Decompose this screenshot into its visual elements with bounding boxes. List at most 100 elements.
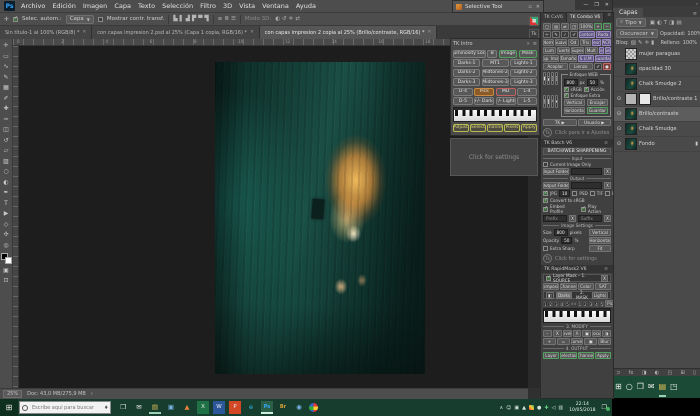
usuario-menu-button[interactable]: Usuario ▶ — [578, 119, 612, 126]
darks-3-button[interactable]: Darks-3 — [453, 78, 480, 86]
layer-row[interactable]: ⊙ Chalk Smudge 2 ▮ — [613, 77, 700, 92]
panel-menu-icon[interactable]: ≡ — [604, 141, 610, 146]
clear-prefix-button[interactable]: X — [569, 215, 576, 222]
clone-stamp-tool[interactable]: ◫ — [1, 125, 12, 134]
modify-button[interactable]: Focus — [592, 330, 601, 337]
action-center-icon[interactable]: ❒ — [602, 404, 610, 411]
invertir-button[interactable]: Invertir — [599, 47, 605, 54]
layer-name[interactable]: opacidad 30 — [639, 66, 698, 72]
bridge-app-icon[interactable]: Br — [277, 401, 289, 414]
input-folder-field[interactable] — [571, 168, 602, 175]
tif-checkbox[interactable] — [590, 191, 595, 196]
collapse-icon[interactable]: « — [696, 1, 698, 6]
add-mask-icon[interactable]: ◨ — [642, 370, 647, 376]
settings-app-icon[interactable]: ◉ — [293, 401, 305, 414]
tk-batch-header[interactable]: TK Batch V6≡ — [541, 139, 613, 147]
modify-button[interactable]: Curves — [571, 338, 584, 345]
filter-shape-icon[interactable]: ◨ — [669, 20, 674, 26]
filter-adjustment-icon[interactable]: ◐ — [657, 20, 662, 26]
taskbar-clock[interactable]: 22:14 10/05/2018 — [566, 402, 598, 412]
settings-hint-box[interactable]: Click for settings — [450, 138, 538, 176]
zoom-tool[interactable]: ◎ — [1, 241, 12, 250]
pattern-icon[interactable]: ▧ — [555, 72, 558, 85]
start-button[interactable]: ⊞ — [0, 399, 18, 416]
layer-thumbnail[interactable] — [625, 48, 637, 60]
filter-smart-icon[interactable]: ▤ — [676, 20, 681, 26]
modify-button[interactable]: Levels — [563, 330, 572, 337]
vertical-button[interactable]: Vertical — [564, 99, 585, 106]
modify-button[interactable]: ◑ — [602, 330, 611, 337]
brush-icon[interactable]: ✑ — [543, 31, 551, 38]
slide-3d-icon[interactable]: ⇄ — [295, 16, 300, 22]
menu-item[interactable]: Ventana — [262, 2, 289, 10]
jpg-checkbox[interactable] — [543, 191, 548, 196]
blend-mode-button[interactable]: Mult — [585, 47, 598, 54]
layer-name[interactable]: Brillo/contraste 1 — [653, 96, 698, 102]
horizontal-sharpen-button[interactable]: Horizontal — [589, 237, 611, 244]
mail-app-icon[interactable]: ✉ — [648, 377, 655, 397]
mask-icon[interactable]: ◪ — [547, 72, 550, 85]
blend-mode-button[interactable]: Lum — [543, 47, 556, 54]
md-button[interactable]: MD — [496, 88, 516, 96]
quick-mask-button[interactable]: ▣ — [1, 266, 12, 275]
pan-3d-icon[interactable]: ✛ — [289, 16, 294, 22]
contorn-button[interactable]: Contorn — [579, 31, 595, 38]
layer-style-icon[interactable]: fx — [629, 370, 634, 376]
fit-screen-icon[interactable]: ◳ — [570, 23, 578, 30]
blend-mode-button[interactable]: Norm — [543, 39, 554, 46]
darks-1-button[interactable]: Darks-1 — [453, 59, 480, 67]
open-image-icon[interactable]: ▢ — [543, 23, 551, 30]
source-button[interactable]: Composite — [543, 283, 559, 290]
lasso-tool[interactable]: ∿ — [1, 62, 12, 71]
modify-button[interactable]: Blur — [598, 338, 611, 345]
status-chevron-icon[interactable]: › — [91, 391, 93, 397]
menu-item[interactable]: Ayuda — [296, 2, 316, 10]
distribute-middle-icon[interactable]: ≣ — [224, 16, 229, 22]
menu-item[interactable]: Capa — [114, 2, 131, 10]
people-tray-icon[interactable]: ☺ — [506, 405, 511, 411]
panel-menu-icon[interactable]: ≡ — [604, 267, 610, 272]
midtones-1-button[interactable]: MT1 — [482, 59, 509, 67]
psd-checkbox[interactable] — [572, 191, 577, 196]
align-center-h-icon[interactable]: ▌ — [180, 16, 184, 22]
eyedropper-icon[interactable]: ✐ — [594, 63, 602, 70]
menu-item[interactable]: 3D — [223, 2, 232, 10]
layer-row[interactable]: ⊙ Chalk Smudge ▮ — [613, 122, 700, 137]
image-size-button[interactable]: Tamaño — [560, 55, 576, 62]
enfoque-extra-checkbox[interactable] — [564, 93, 569, 98]
cortana-button[interactable]: ○ — [626, 377, 633, 397]
visibility-toggle-icon[interactable]: ⊙ — [615, 126, 623, 132]
swatches-panel-icon[interactable]: ▦ — [529, 16, 539, 26]
split-icon[interactable]: ◨ — [547, 95, 550, 108]
intro-action-button[interactable]: Pixels — [504, 124, 520, 132]
zoom-out-button[interactable]: − — [603, 23, 611, 30]
duplicate-image-button[interactable]: Dup. Imag. — [543, 55, 559, 62]
background-color-swatch[interactable] — [5, 257, 12, 264]
close-button[interactable]: ✕ — [536, 4, 540, 10]
ajustes-hint[interactable]: Tk Click para ir a Ajustes — [543, 128, 611, 137]
mixer-brush-icon[interactable]: ✐ — [570, 31, 578, 38]
lights-level-button[interactable]: 3 — [589, 301, 594, 307]
align-bottom-icon[interactable]: ▜ — [205, 16, 209, 22]
lock-pixels-icon[interactable]: ✎ — [638, 40, 643, 46]
lock-position-icon[interactable]: ✛ — [645, 40, 650, 46]
menu-item[interactable]: Imagen — [83, 2, 107, 10]
chrome-app-icon[interactable]: ● — [309, 403, 318, 412]
intro-action-button[interactable]: Apply — [521, 124, 537, 132]
menu-item[interactable]: Filtro — [200, 2, 216, 10]
current-image-checkbox[interactable] — [543, 162, 548, 167]
lights-5-button[interactable]: L-5 — [517, 97, 537, 105]
auto-select-checkbox[interactable] — [13, 17, 18, 22]
play-icon[interactable]: ▶ — [555, 95, 558, 108]
layer-row[interactable]: ⊙ opacidad 30 ▮ — [613, 62, 700, 77]
lights-level-button[interactable]: 4 — [594, 301, 599, 307]
modify-button[interactable]: + — [543, 338, 556, 345]
new-doc-icon[interactable]: ▤ — [552, 23, 560, 30]
prefix-field[interactable]: Prefix — [543, 215, 567, 222]
align-right-icon[interactable]: ▟ — [186, 16, 190, 22]
vlc-app-icon[interactable]: ▲ — [181, 401, 193, 414]
menu-item[interactable]: Selección — [162, 2, 193, 10]
png-checkbox[interactable] — [605, 191, 610, 196]
guardar-web-button[interactable]: Guardar — [587, 107, 608, 114]
intro-action-button[interactable]: Channel — [487, 124, 503, 132]
